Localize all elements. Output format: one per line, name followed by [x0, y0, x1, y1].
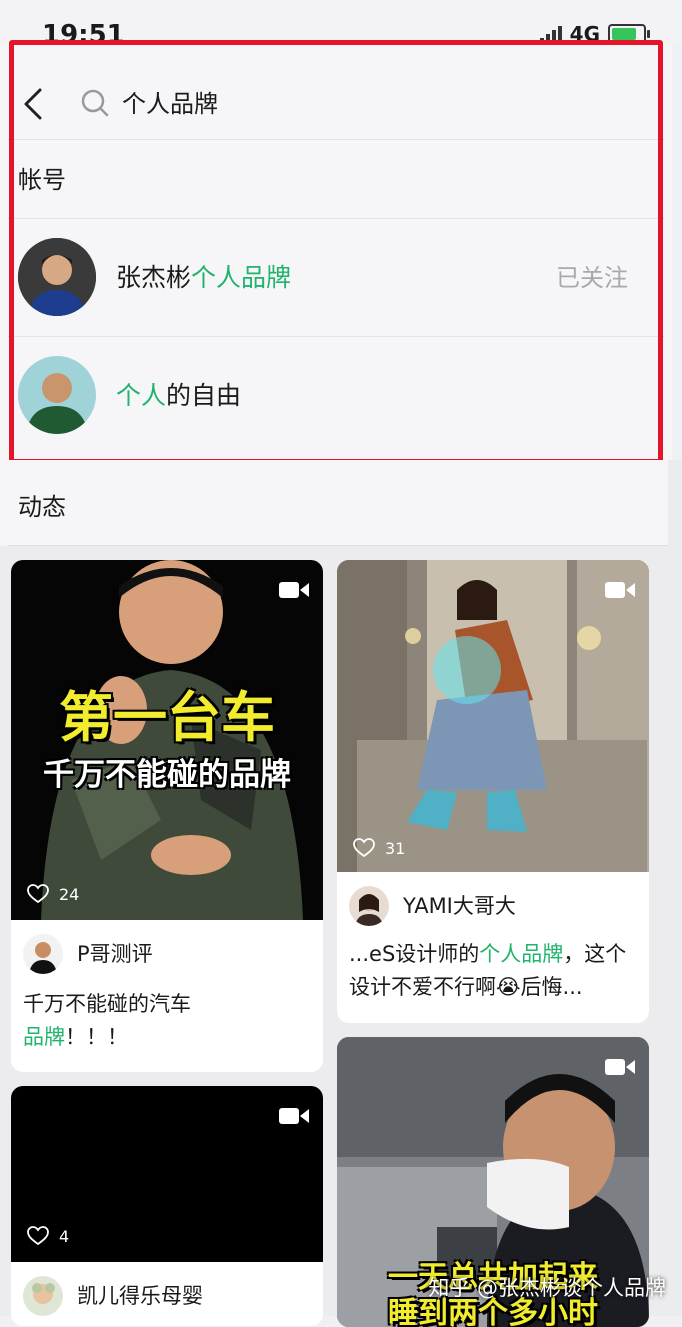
follow-status[interactable]: 已关注 — [556, 260, 628, 296]
account-name-prefix: 张杰彬 — [116, 263, 192, 292]
network-label: 4G — [569, 22, 600, 46]
account-name-suffix: 的自由 — [166, 381, 242, 410]
account-name: 个人的自由 — [116, 378, 241, 414]
video-camera-icon — [605, 1059, 635, 1075]
divider — [8, 218, 664, 219]
desc-tail: ！！！ — [65, 1025, 128, 1049]
account-name-highlight: 个人 — [116, 381, 167, 410]
card-author[interactable]: P哥测评 — [23, 934, 153, 974]
video-thumbnail[interactable]: 31 — [337, 560, 649, 872]
feed-card[interactable]: 第一台车 千万不能碰的品牌 24 P哥测评 千万不能碰的汽车 品牌！！！ — [11, 560, 323, 1072]
heart-icon — [353, 838, 375, 858]
video-camera-icon — [605, 582, 635, 598]
accounts-section-title: 帐号 — [18, 166, 66, 194]
account-name-highlight: 个人品牌 — [191, 263, 292, 292]
video-thumbnail[interactable]: 第一台车 千万不能碰的品牌 24 — [11, 560, 323, 920]
card-description: ...eS设计师的个人品牌，这个设计不爱不行啊😭后悔... — [349, 938, 637, 1004]
like-count-value: 24 — [59, 884, 80, 904]
author-name: YAMI大哥大 — [403, 894, 516, 918]
search-icon[interactable] — [80, 88, 110, 118]
card-author[interactable]: 凯儿得乐母婴 — [23, 1276, 203, 1316]
heart-icon — [27, 884, 49, 904]
moments-section-title: 动态 — [18, 493, 66, 521]
like-count[interactable]: 24 — [27, 884, 79, 904]
like-count[interactable]: 31 — [353, 838, 405, 858]
desc-highlight: 品牌 — [23, 1025, 65, 1049]
avatar — [349, 886, 389, 926]
avatar — [18, 356, 96, 434]
avatar — [23, 1276, 63, 1316]
account-name: 张杰彬个人品牌 — [116, 260, 291, 296]
thumbnail-subtitle: 千万不能碰的品牌 — [43, 757, 291, 792]
account-row[interactable]: 张杰彬个人品牌 已关注 — [8, 220, 664, 336]
status-indicators: 4G — [539, 22, 650, 46]
divider — [8, 545, 668, 546]
feed-card[interactable]: 4 凯儿得乐母婴 — [11, 1086, 323, 1326]
signal-icon — [539, 24, 562, 44]
search-input[interactable]: 个人品牌 — [122, 86, 218, 122]
divider — [8, 139, 664, 140]
avatar — [18, 238, 96, 316]
avatar — [23, 934, 63, 974]
author-name: P哥测评 — [77, 942, 153, 966]
card-author[interactable]: YAMI大哥大 — [349, 886, 516, 926]
card-description: 千万不能碰的汽车 品牌！！！ — [23, 988, 311, 1054]
like-count-value: 31 — [385, 838, 406, 858]
desc-highlight: 个人品牌 — [479, 942, 564, 966]
watermark: 知乎 @张杰彬谈个人品牌 — [428, 1276, 666, 1300]
feed-card[interactable]: 31 YAMI大哥大 ...eS设计师的个人品牌，这个设计不爱不行啊😭后悔... — [337, 560, 649, 1023]
account-row[interactable]: 个人的自由 — [8, 338, 664, 454]
thumbnail-title: 第一台车 — [59, 688, 275, 748]
battery-icon — [608, 24, 650, 44]
back-chevron-icon[interactable] — [16, 86, 52, 122]
desc-text: ...eS设计师的 — [349, 942, 480, 966]
moments-header — [0, 460, 668, 546]
video-thumbnail[interactable]: 4 — [11, 1086, 323, 1262]
author-name: 凯儿得乐母婴 — [77, 1284, 203, 1308]
like-count[interactable]: 4 — [27, 1226, 69, 1246]
desc-text: 千万不能碰的汽车 — [23, 992, 191, 1016]
divider — [8, 336, 664, 337]
heart-icon — [27, 1226, 49, 1246]
like-count-value: 4 — [59, 1226, 70, 1246]
status-bar: 19:51 4G — [0, 0, 682, 50]
video-camera-icon — [279, 582, 309, 598]
video-camera-icon — [279, 1108, 309, 1124]
